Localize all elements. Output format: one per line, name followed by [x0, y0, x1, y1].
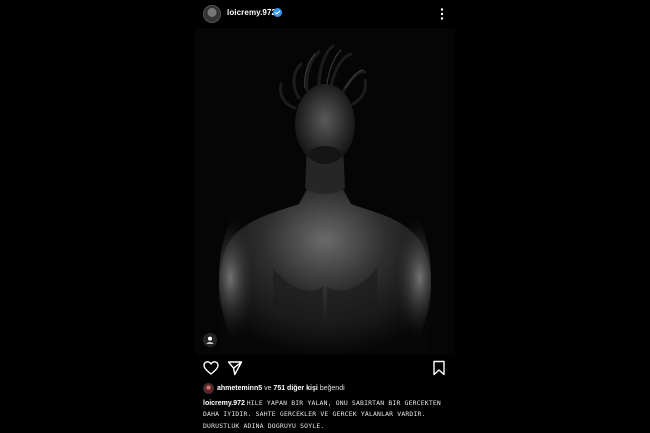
likes-suffix: beğendi	[317, 385, 345, 392]
instagram-post: loicremy.972 ahmeteminn5 ve 751 diğer ki…	[195, 0, 455, 433]
post-header: loicremy.972	[195, 0, 455, 28]
likes-connector: ve	[262, 385, 274, 392]
verified-badge-icon	[273, 8, 282, 17]
profile-avatar[interactable]	[203, 5, 221, 23]
more-vertical-icon[interactable]	[435, 6, 449, 22]
liker-username[interactable]: ahmeteminn5	[217, 385, 262, 392]
post-username[interactable]: loicremy.972	[227, 8, 276, 17]
heart-icon[interactable]	[203, 360, 219, 376]
post-photo[interactable]	[195, 28, 455, 355]
person-tag-icon[interactable]	[203, 333, 217, 347]
liker-avatar	[203, 383, 214, 394]
likes-text: ahmeteminn5 ve 751 diğer kişi beğendi	[217, 385, 345, 392]
send-icon[interactable]	[227, 360, 243, 376]
likes-others[interactable]: 751 diğer kişi	[273, 385, 317, 392]
post-caption: loicremy.972 HILE YAPAN BIR YALAN, ONU S…	[203, 398, 453, 432]
bookmark-icon[interactable]	[431, 360, 447, 376]
caption-username[interactable]: loicremy.972	[203, 400, 245, 407]
portrait-image	[195, 28, 455, 355]
likes-summary[interactable]: ahmeteminn5 ve 751 diğer kişi beğendi	[203, 383, 453, 395]
post-actions	[195, 358, 455, 378]
